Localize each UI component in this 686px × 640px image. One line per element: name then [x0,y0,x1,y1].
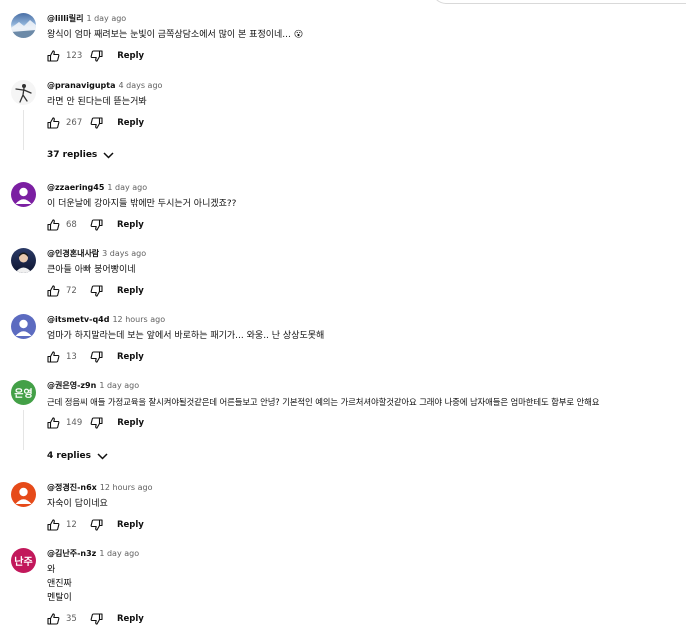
comment-time[interactable]: 4 days ago [119,81,163,90]
comment-author[interactable]: @lilli릴리 [47,14,83,23]
comment-text: 왕식이 엄마 째려보는 눈빛이 금쪽상담소에서 많이 본 표정이네... 😮 [47,30,304,40]
avatar[interactable] [11,314,36,339]
avatar-initials: 난주 [14,557,33,568]
dislike-icon[interactable] [90,519,103,531]
like-icon[interactable] [47,417,60,429]
chevron-down-icon [97,452,108,460]
like-count: 149 [66,418,83,428]
like-count: 13 [66,352,77,362]
like-icon[interactable] [47,50,60,62]
dislike-icon[interactable] [90,351,103,363]
landscape-avatar-icon [11,20,36,38]
like-icon[interactable] [47,285,60,297]
reply-button[interactable]: Reply [117,418,144,428]
comment-text: 큰아들 아빠 붕어빵이네 [47,265,136,275]
like-icon[interactable] [47,219,60,231]
comment-text-line: 와 [47,565,56,575]
avatar[interactable] [11,13,36,38]
like-count: 72 [66,286,77,296]
avatar[interactable] [11,182,36,207]
comment-time[interactable]: 1 day ago [107,183,147,192]
like-icon[interactable] [47,613,60,625]
view-replies-button[interactable]: 37 replies [47,150,114,160]
reply-button[interactable]: Reply [117,286,144,296]
dislike-icon[interactable] [90,417,103,429]
dislike-icon[interactable] [90,613,103,625]
avatar[interactable] [11,80,36,105]
reply-button[interactable]: Reply [117,614,144,624]
like-count: 12 [66,520,77,530]
dancer-avatar-icon [15,84,32,103]
replies-count: 37 replies [47,150,98,160]
comment-text: 근데 정음씨 애들 가정교육을 잘시켜야될것같은데 어른들보고 안녕? 기본적인… [47,397,600,407]
comment-text: 라면 안 된다는데 뜯는거봐 [47,97,147,107]
comment-text: 와 앤진짜 멘탈이 [47,563,676,605]
dislike-icon[interactable] [90,117,103,129]
like-icon[interactable] [47,351,60,363]
comment-author[interactable]: @zzaering45 [47,183,104,192]
like-icon[interactable] [47,519,60,531]
comment-time[interactable]: 12 hours ago [112,315,165,324]
photo-avatar-icon [15,252,32,273]
search-box-edge [432,0,686,4]
avatar[interactable]: 난주 [11,548,36,573]
comment-text: 이 더운날에 강아지들 밖에만 두시는거 아니겠죠?? [47,199,237,209]
like-icon[interactable] [47,117,60,129]
person-avatar-icon [15,187,32,204]
reply-button[interactable]: Reply [117,51,144,61]
reply-button[interactable]: Reply [117,118,144,128]
replies-count: 4 replies [47,451,92,461]
comment-time[interactable]: 3 days ago [102,249,146,258]
avatar[interactable] [11,248,36,273]
reply-button[interactable]: Reply [117,352,144,362]
comment-text: 엄마가 하지말라는데 보는 앞에서 바로하는 패기가... 와웅.. 난 상상도… [47,331,325,341]
avatar[interactable]: 은영 [11,380,36,405]
comment-author[interactable]: @pranavigupta [47,81,116,90]
dislike-icon[interactable] [90,285,103,297]
reply-button[interactable]: Reply [117,520,144,530]
person-avatar-icon [15,319,32,336]
thread-line [23,410,24,450]
comment-author[interactable]: @itsmetv-q4d [47,315,109,324]
view-replies-button[interactable]: 4 replies [47,451,108,461]
comment-author[interactable]: @정경진-n6x [47,483,97,492]
comment-author[interactable]: @김난주-n3z [47,549,96,558]
like-count: 35 [66,614,77,624]
comment-text: 자숙이 답이네요 [47,499,108,509]
comment-text-line: 앤진짜 [47,579,72,589]
dislike-icon[interactable] [90,50,103,62]
comment-time[interactable]: 1 day ago [99,549,139,558]
comment-time[interactable]: 12 hours ago [100,483,153,492]
like-count: 68 [66,220,77,230]
like-count: 267 [66,118,83,128]
avatar[interactable] [11,482,36,507]
comment-time[interactable]: 1 day ago [86,14,126,23]
comment-author[interactable]: @인경혼내사람 [47,249,99,258]
comment-text-line: 멘탈이 [47,593,72,603]
avatar-initials: 은영 [14,389,33,400]
chevron-down-icon [103,151,114,159]
comment-time[interactable]: 1 day ago [99,381,139,390]
thread-line [23,110,24,150]
reply-button[interactable]: Reply [117,220,144,230]
person-avatar-icon [15,487,32,504]
dislike-icon[interactable] [90,219,103,231]
comment-author[interactable]: @권은영-z9n [47,381,96,390]
like-count: 123 [66,51,83,61]
